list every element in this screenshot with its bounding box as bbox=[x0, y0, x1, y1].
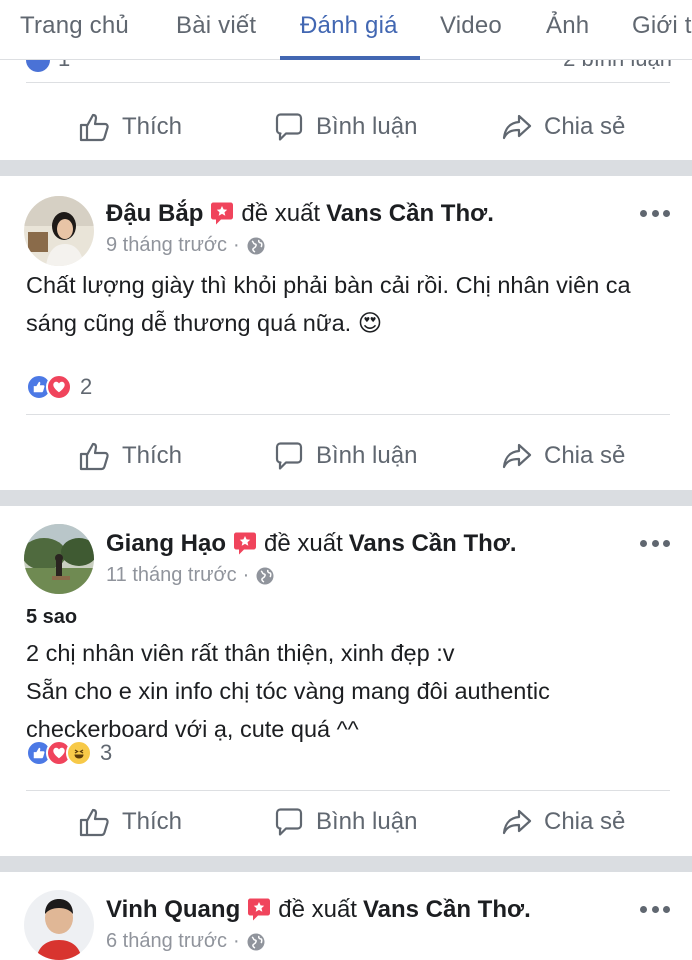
share-label: Chia sẻ bbox=[544, 113, 626, 140]
thumbs-up-icon bbox=[79, 113, 109, 142]
review-post: Vinh Quang đề xuất Vans Cần Thơ. 6 tháng… bbox=[0, 872, 692, 960]
author-name[interactable]: Giang Hạo bbox=[106, 530, 226, 558]
comment-button[interactable]: Bình luận bbox=[272, 791, 417, 853]
comment-label: Bình luận bbox=[316, 808, 418, 835]
reaction-count[interactable]: 1 bbox=[58, 60, 70, 72]
post-header: Giang Hạo đề xuất Vans Cần Thơ. bbox=[106, 530, 517, 558]
share-button[interactable]: Chia sẻ bbox=[500, 96, 625, 158]
page-name-link[interactable]: Vans Cần Thơ. bbox=[349, 530, 517, 558]
share-icon bbox=[502, 114, 532, 140]
active-tab-indicator bbox=[280, 56, 420, 60]
tab-reviews[interactable]: Đánh giá bbox=[300, 12, 398, 40]
tab-videos[interactable]: Video bbox=[440, 12, 502, 40]
post-actions: Thích Bình luận Chia sẻ bbox=[0, 425, 692, 487]
reaction-summary[interactable]: 3 bbox=[26, 740, 112, 766]
comment-button[interactable]: Bình luận bbox=[272, 96, 417, 158]
post-header: Vinh Quang đề xuất Vans Cần Thơ. bbox=[106, 896, 531, 924]
post-meta: 6 tháng trước · bbox=[106, 930, 266, 953]
post-timestamp[interactable]: 6 tháng trước bbox=[106, 930, 227, 953]
avatar[interactable] bbox=[24, 890, 94, 960]
share-button[interactable]: Chia sẻ bbox=[500, 425, 625, 487]
recommends-text: đề xuất bbox=[278, 896, 357, 923]
share-icon bbox=[502, 443, 532, 469]
meta-dot: · bbox=[233, 930, 240, 952]
comment-label: Bình luận bbox=[316, 113, 418, 140]
recommends-text: đề xuất bbox=[264, 530, 343, 557]
like-label: Thích bbox=[122, 808, 183, 835]
post-meta: 9 tháng trước · bbox=[106, 234, 266, 257]
page-name-link[interactable]: Vans Cần Thơ. bbox=[363, 896, 531, 924]
post-actions: Thích Bình luận Chia sẻ bbox=[0, 96, 692, 158]
reaction-count: 2 bbox=[80, 374, 93, 399]
globe-icon bbox=[247, 237, 265, 254]
love-reaction-icon bbox=[46, 374, 72, 400]
previous-post-summary: 1 2 bình luận bbox=[0, 60, 692, 76]
page-tab-bar: Trang chủ Bài viết Đánh giá Video Ảnh Gi… bbox=[0, 0, 692, 60]
post-timestamp[interactable]: 9 tháng trước bbox=[106, 234, 227, 257]
more-options-button[interactable] bbox=[640, 210, 670, 220]
recommendation-badge-icon bbox=[234, 532, 257, 555]
avatar[interactable] bbox=[24, 524, 94, 594]
avatar[interactable] bbox=[24, 196, 94, 266]
comment-icon bbox=[275, 442, 303, 470]
post-separator bbox=[0, 856, 692, 872]
post-meta: 11 tháng trước · bbox=[106, 564, 275, 587]
globe-icon bbox=[256, 567, 274, 584]
post-separator bbox=[0, 490, 692, 506]
star-rating: 5 sao bbox=[26, 606, 78, 628]
review-post: Giang Hạo đề xuất Vans Cần Thơ. 11 tháng… bbox=[0, 506, 692, 856]
recommendation-badge-icon bbox=[211, 202, 234, 225]
divider bbox=[26, 414, 670, 415]
comment-icon bbox=[275, 808, 303, 836]
reaction-count: 3 bbox=[100, 740, 113, 765]
tab-posts[interactable]: Bài viết bbox=[176, 12, 256, 40]
tab-photos[interactable]: Ảnh bbox=[546, 12, 589, 40]
author-name[interactable]: Đậu Bắp bbox=[106, 200, 203, 228]
tab-home[interactable]: Trang chủ bbox=[20, 12, 129, 40]
share-label: Chia sẻ bbox=[544, 442, 626, 469]
review-post: Đậu Bắp đề xuất Vans Cần Thơ. 9 tháng tr… bbox=[0, 176, 692, 490]
like-button[interactable]: Thích bbox=[78, 425, 182, 487]
share-button[interactable]: Chia sẻ bbox=[500, 791, 625, 853]
author-name[interactable]: Vinh Quang bbox=[106, 896, 240, 924]
thumbs-up-icon bbox=[79, 442, 109, 471]
recommends-text: đề xuất bbox=[241, 200, 321, 227]
thumbs-up-icon bbox=[79, 808, 109, 837]
more-options-button[interactable] bbox=[640, 906, 670, 916]
comment-label: Bình luận bbox=[316, 442, 418, 469]
reviews-page: Trang chủ Bài viết Đánh giá Video Ảnh Gi… bbox=[0, 0, 692, 960]
more-options-button[interactable] bbox=[640, 540, 670, 550]
reaction-summary[interactable]: 2 bbox=[26, 374, 92, 400]
comment-button[interactable]: Bình luận bbox=[272, 425, 417, 487]
like-button[interactable]: Thích bbox=[78, 791, 182, 853]
share-label: Chia sẻ bbox=[544, 808, 626, 835]
like-label: Thích bbox=[122, 442, 183, 469]
post-separator bbox=[0, 160, 692, 176]
like-reaction-icon bbox=[26, 60, 50, 72]
haha-reaction-icon bbox=[66, 740, 92, 766]
globe-icon bbox=[247, 933, 265, 950]
comment-icon bbox=[275, 113, 303, 141]
meta-dot: · bbox=[233, 234, 240, 256]
like-label: Thích bbox=[122, 113, 183, 140]
comment-count[interactable]: 2 bình luận bbox=[563, 60, 672, 72]
divider bbox=[26, 82, 670, 83]
tab-about[interactable]: Giới t bbox=[632, 12, 692, 40]
review-text: Chất lượng giày thì khỏi phải bàn cải rồ… bbox=[26, 272, 631, 336]
post-actions: Thích Bình luận Chia sẻ bbox=[0, 791, 692, 853]
page-name-link[interactable]: Vans Cần Thơ. bbox=[326, 200, 494, 228]
share-icon bbox=[502, 809, 532, 835]
review-text: 2 chị nhân viên rất thân thiện, xinh đẹp… bbox=[26, 640, 550, 742]
recommendation-badge-icon bbox=[248, 898, 271, 921]
like-button[interactable]: Thích bbox=[78, 96, 182, 158]
post-header: Đậu Bắp đề xuất Vans Cần Thơ. bbox=[106, 200, 494, 228]
post-timestamp[interactable]: 11 tháng trước bbox=[106, 564, 237, 587]
meta-dot: · bbox=[242, 564, 250, 586]
